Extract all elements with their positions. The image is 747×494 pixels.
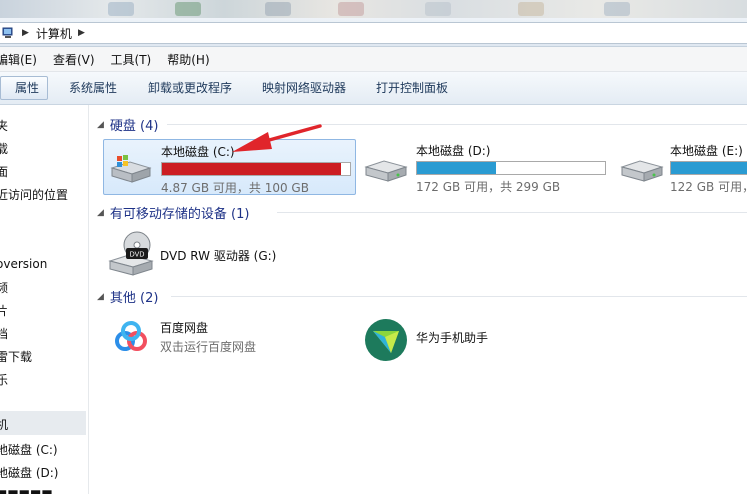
drive-name: 本地磁盘 (D:) — [416, 144, 491, 158]
nav-item-favorites[interactable]: 夹 — [0, 117, 8, 134]
chevron-right-icon[interactable]: ▶ — [22, 28, 29, 38]
group-divider — [171, 296, 747, 297]
collapse-triangle-icon[interactable]: ◢ — [97, 208, 104, 218]
nav-item-computer[interactable]: 机 — [0, 416, 8, 433]
nav-item-documents[interactable]: 档 — [0, 325, 8, 342]
drive-usage-fill — [671, 162, 747, 174]
group-header-removable[interactable]: ◢ 有可移动存储的设备 (1) — [89, 203, 249, 222]
app-tile-huawei-hisuite[interactable]: 华为手机助手 — [359, 312, 579, 366]
group-title: 其他 (2) — [109, 291, 159, 306]
drive-free-space: 4.87 GB 可用，共 100 GB — [161, 181, 309, 195]
hard-drive-icon — [364, 160, 408, 182]
menu-help[interactable]: 帮助(H) — [167, 51, 209, 68]
navigation-pane: 夹 载 面 近访问的位置 oversion 频 片 档 雷下载 乐 机 地磁盘 … — [0, 105, 89, 494]
app-description: 双击运行百度网盘 — [160, 340, 257, 354]
app-tile-baidu-netdisk[interactable]: 百度网盘 双击运行百度网盘 — [103, 312, 323, 366]
menu-bar: 编辑(E) 查看(V) 工具(T) 帮助(H) — [0, 47, 747, 72]
group-title: 硬盘 (4) — [109, 119, 159, 134]
blurred-desktop-icon — [518, 2, 544, 16]
drive-tile-e[interactable]: 本地磁盘 (E:) 122 GB 可用，共 — [615, 139, 747, 193]
group-header-other[interactable]: ◢ 其他 (2) — [89, 287, 158, 306]
menu-tools[interactable]: 工具(T) — [111, 51, 152, 68]
group-divider — [277, 212, 747, 213]
nav-item-desktop[interactable]: 面 — [0, 163, 8, 180]
uninstall-program-button[interactable]: 卸载或更改程序 — [148, 77, 232, 99]
nav-item-subversion[interactable]: oversion — [0, 257, 47, 271]
dvd-logo-text: DVD — [130, 252, 145, 259]
desktop-strip — [0, 0, 747, 18]
menu-view[interactable]: 查看(V) — [53, 51, 95, 68]
collapse-triangle-icon[interactable]: ◢ — [97, 292, 104, 302]
system-properties-button[interactable]: 系统属性 — [69, 77, 117, 99]
nav-item-pictures[interactable]: 片 — [0, 302, 8, 319]
properties-button[interactable]: 属性 — [0, 76, 49, 100]
command-toolbar: 属性 系统属性 卸载或更改程序 映射网络驱动器 打开控制面板 — [0, 72, 747, 105]
windows-drive-icon — [110, 155, 152, 183]
drive-usage-bar — [670, 161, 747, 175]
content-pane: ◢ 硬盘 (4) 本地磁盘 (C:) 4.87 GB 可用，共 100 GB 本… — [89, 105, 747, 494]
dvd-drive-tile[interactable]: DVD DVD RW 驱动器 (G:) — [103, 229, 303, 283]
chevron-right-icon[interactable]: ▶ — [78, 28, 85, 38]
blurred-desktop-icon — [265, 2, 291, 16]
blurred-desktop-icon — [338, 2, 364, 16]
dvd-drive-name: DVD RW 驱动器 (G:) — [160, 249, 277, 263]
nav-item-downloads[interactable]: 载 — [0, 140, 8, 157]
open-control-panel-button[interactable]: 打开控制面板 — [376, 77, 448, 99]
nav-item-drive-e[interactable]: ■■■■■ — [0, 487, 53, 494]
nav-item-music[interactable]: 乐 — [0, 371, 8, 388]
address-bar: ▶ 计算机 ▶ — [0, 18, 747, 47]
dvd-drive-icon: DVD — [108, 231, 154, 276]
nav-item-thunder-downloads[interactable]: 雷下载 — [0, 348, 32, 365]
drive-tile-c[interactable]: 本地磁盘 (C:) 4.87 GB 可用，共 100 GB — [103, 139, 356, 195]
nav-item-videos[interactable]: 频 — [0, 279, 8, 296]
group-header-hard-disks[interactable]: ◢ 硬盘 (4) — [89, 115, 158, 134]
drive-name: 本地磁盘 (C:) — [161, 145, 235, 159]
map-network-drive-button[interactable]: 映射网络驱动器 — [262, 77, 346, 99]
drive-usage-bar — [161, 162, 351, 176]
drive-usage-fill — [417, 162, 496, 174]
baidu-netdisk-icon — [115, 321, 147, 351]
blurred-desktop-icon — [425, 2, 451, 16]
app-name: 百度网盘 — [160, 321, 209, 335]
huawei-hisuite-icon — [365, 319, 407, 361]
nav-item-drive-c[interactable]: 地磁盘 (C:) — [0, 441, 58, 458]
breadcrumb-computer[interactable]: 计算机 — [36, 25, 72, 42]
address-field[interactable]: ▶ 计算机 ▶ — [0, 22, 747, 44]
nav-item-recent-places[interactable]: 近访问的位置 — [0, 186, 68, 203]
drive-usage-bar — [416, 161, 606, 175]
nav-selection-highlight — [0, 411, 86, 435]
blurred-desktop-icon — [175, 2, 201, 16]
group-title: 有可移动存储的设备 (1) — [109, 207, 250, 222]
drive-name: 本地磁盘 (E:) — [670, 144, 743, 158]
collapse-triangle-icon[interactable]: ◢ — [97, 120, 104, 130]
blurred-desktop-icon — [108, 2, 134, 16]
hard-drive-icon — [620, 160, 664, 182]
app-name: 华为手机助手 — [416, 331, 489, 345]
menu-edit[interactable]: 编辑(E) — [0, 51, 37, 68]
drive-free-space: 172 GB 可用，共 299 GB — [416, 180, 561, 194]
drive-free-space: 122 GB 可用，共 — [670, 180, 747, 193]
drive-usage-fill — [162, 163, 341, 175]
computer-icon — [2, 27, 13, 38]
nav-item-drive-d[interactable]: 地磁盘 (D:) — [0, 464, 58, 481]
drive-tile-d[interactable]: 本地磁盘 (D:) 172 GB 可用，共 299 GB — [359, 139, 609, 194]
blurred-desktop-icon — [604, 2, 630, 16]
group-divider — [167, 124, 747, 125]
